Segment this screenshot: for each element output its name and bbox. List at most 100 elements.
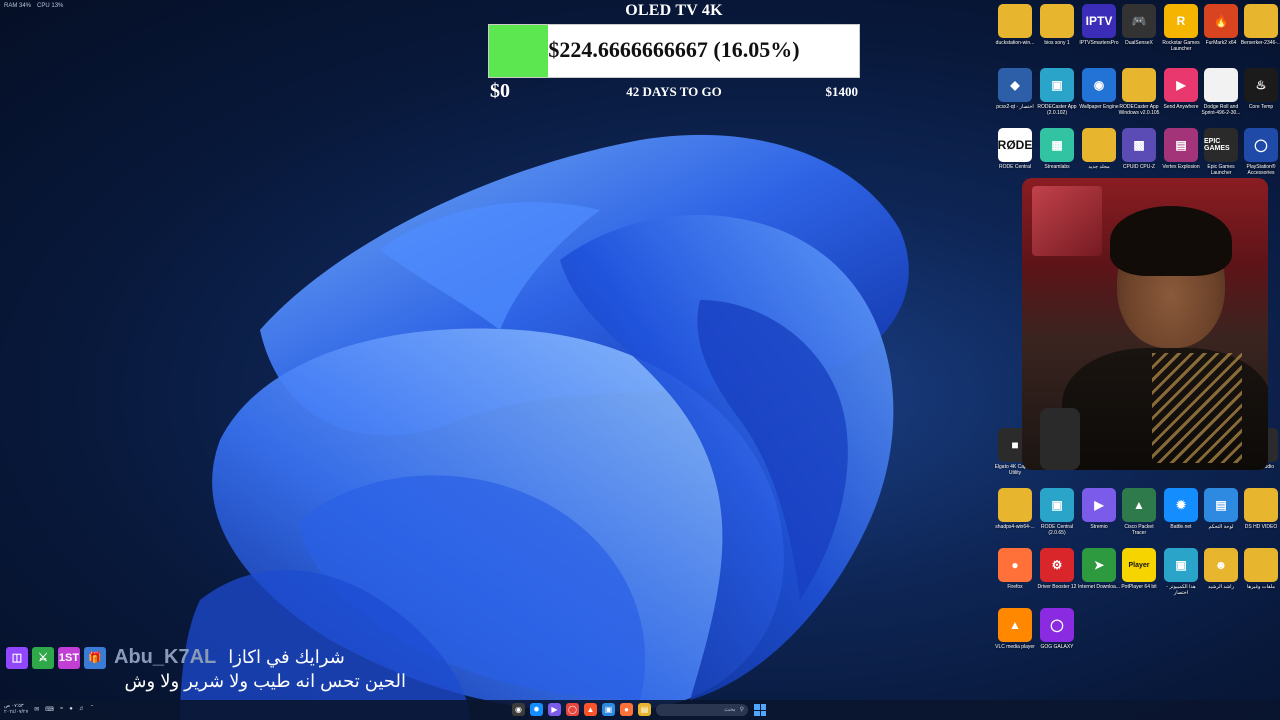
battlenet-icon[interactable]: ✹ — [530, 703, 543, 716]
desktop-icon[interactable]: ✹ Battle.net — [1160, 488, 1202, 536]
desktop-icon[interactable]: RØDE RODE Central — [994, 128, 1036, 176]
gift-badge-icon: 🎁 — [84, 646, 106, 669]
chrome-icon[interactable]: ◯ — [566, 703, 579, 716]
twitch-icon: ◫ — [6, 646, 28, 669]
streamlabs-icon: ▦ — [1040, 128, 1074, 162]
desktop-icon[interactable]: ▶ Send Anywhere — [1160, 68, 1202, 116]
desktop-icon[interactable]: R Rockstar Games Launcher — [1160, 4, 1202, 52]
desktop-icon[interactable]: ● Firefox — [994, 548, 1036, 596]
desktop-icon[interactable]: ◉ Wallpaper Engine — [1078, 68, 1120, 116]
desktop-icon-label: VLC media player — [995, 644, 1035, 650]
desktop-icon[interactable]: IPTV IPTVSmartersPro — [1078, 4, 1120, 52]
desktop-icon[interactable]: ▲ Cisco Packet Tracer — [1118, 488, 1160, 536]
store-icon[interactable]: ▣ — [602, 703, 615, 716]
system-tray: ٠٧:٥٣ ص ٢٠٢٤/٠٧/٢٧ ✉ ⌨ ≈ ● ♬ ˆ — [4, 703, 93, 715]
monitor-icon: ▣ — [1040, 68, 1074, 102]
notification-icon[interactable]: ✉ — [34, 706, 39, 713]
desktop-icon[interactable]: bios sony 1 — [1036, 4, 1078, 52]
chat-message-line1: شرايك في اكازا — [228, 647, 345, 667]
desktop-icon[interactable]: DS HD VIDEO — [1240, 488, 1280, 536]
taskbar: ٠٧:٥٣ ص ٢٠٢٤/٠٧/٢٧ ✉ ⌨ ≈ ● ♬ ˆ ◉ ✹ ▶ ◯ ▲ ▣ ● ▤ … — [0, 700, 1280, 720]
desktop-icon[interactable]: ⚙ Driver Booster 12 — [1036, 548, 1078, 596]
desktop-icon-label: PlayStation® Accessories — [1246, 164, 1276, 176]
taskbar-search[interactable]: بحث ⚲ — [656, 703, 748, 716]
streamer-hair — [1110, 206, 1232, 276]
desktop-icon[interactable]: ▲ VLC media player — [994, 608, 1036, 656]
language-icon[interactable]: ⌨ — [45, 706, 54, 713]
desktop-icon[interactable]: Dodge Roll and Sprint-496-2-30... — [1200, 68, 1242, 116]
goal-title: OLED TV 4K — [625, 2, 723, 19]
desktop-icon[interactable]: ➤ Internet Downloa... — [1078, 548, 1120, 596]
desktop-icon[interactable]: 🔥 FurMark2 x64 — [1200, 4, 1242, 52]
desktop-icon[interactable]: ◯ GOG GALAXY — [1036, 608, 1078, 656]
desktop-icon[interactable]: ◯ PlayStation® Accessories — [1240, 128, 1280, 176]
chat-username: Abu_K7AL — [114, 646, 217, 668]
firefox-icon: ● — [998, 548, 1032, 582]
desktop-icon[interactable]: ▣ RODECaster App (2.0.102) — [1036, 68, 1078, 116]
desktop-icon-label: RODECaster App (2.0.102) — [1037, 104, 1077, 116]
playstation-icon: ◯ — [1244, 128, 1278, 162]
obs-icon[interactable]: ◉ — [512, 703, 525, 716]
desktop-icon[interactable]: shadps4-win64-... — [994, 488, 1036, 536]
desktop-icon-label: RODE Central (2.0.65) — [1041, 524, 1073, 536]
chat-overlay: ◫ ⚔ 1ST 🎁 Abu_K7AL شرايك في اكازا الحين … — [6, 646, 406, 692]
desktop-icon[interactable]: ▤ لوحة التحكم — [1200, 488, 1242, 536]
brave-icon[interactable]: ▲ — [584, 703, 597, 716]
desktop-icon-label: Send Anywhere — [1163, 104, 1199, 110]
cpu-icon: ▩ — [1122, 128, 1156, 162]
desktop-icon[interactable]: مجلد جديد — [1078, 128, 1120, 176]
desktop-icon[interactable]: EPIC GAMES Epic Games Launcher — [1200, 128, 1242, 176]
wallpaper-engine-icon: ◉ — [1082, 68, 1116, 102]
folder-icon — [1244, 488, 1278, 522]
desktop-icon-label: duckstation-win... — [995, 40, 1035, 46]
desktop-icon[interactable]: 🎮 DualSenseX — [1118, 4, 1160, 52]
folder-icon — [998, 4, 1032, 38]
desktop-icon-label: GOG GALAXY — [1040, 644, 1074, 650]
desktop-icon[interactable]: ▩ CPUID CPU-Z — [1118, 128, 1160, 176]
desktop-icon[interactable]: RODECaster App Windows v2.0.105 — [1118, 68, 1160, 116]
microphone — [1040, 408, 1080, 470]
potplayer-icon: Player — [1122, 548, 1156, 582]
folder-icon — [1122, 68, 1156, 102]
desktop-icon[interactable]: ▶ Stremio — [1078, 488, 1120, 536]
desktop-icon[interactable]: ▦ Streamlabs — [1036, 128, 1078, 176]
file-icon — [1204, 68, 1238, 102]
desktop-icon-label: Rockstar Games Launcher — [1162, 40, 1200, 52]
volume-icon[interactable]: ♬ — [79, 706, 85, 712]
clock-date: ٢٠٢٤/٠٧/٢٧ — [4, 709, 29, 715]
desktop-icon-label: shadps4-win64-... — [995, 524, 1035, 530]
start-button[interactable] — [754, 704, 766, 716]
desktop-icon[interactable]: ملفات وغيرها — [1240, 548, 1280, 596]
microphone-icon[interactable]: ● — [69, 706, 73, 712]
desktop-icon-label: Driver Booster 12 — [1037, 584, 1077, 590]
desktop-icon-label: FurMark2 x64 — [1205, 40, 1237, 46]
desktop-icon-label: Wallpaper Engine — [1079, 104, 1119, 110]
desktop-icon[interactable]: ▣ هذا الكمبيوتر - اختصار — [1160, 548, 1202, 596]
desktop-icon[interactable]: ▣ RODE Central (2.0.65) — [1036, 488, 1078, 536]
windows-logo-icon — [754, 704, 760, 710]
goal-progress-bar: $224.6666666667 (16.05%) — [488, 24, 860, 78]
stremio-icon[interactable]: ▶ — [548, 703, 561, 716]
chevron-up-icon[interactable]: ˆ — [91, 706, 93, 712]
cpu-usage: CPU 13% — [37, 3, 64, 9]
desktop-icon[interactable]: ◆ pcsx2-qt - اختصار — [994, 68, 1036, 116]
desktop-icon[interactable]: Player PotPlayer 64 bit — [1118, 548, 1160, 596]
flame-icon: 🔥 — [1204, 4, 1238, 38]
desktop-icon[interactable]: ☻ راشد الرشيد — [1200, 548, 1242, 596]
file-explorer-icon[interactable]: ▤ — [638, 703, 651, 716]
chat-message-line2: الحين تحس انه طيب ولا شرير ولا وش — [124, 671, 406, 691]
desktop-icon[interactable]: ▤ Vertex Explosion — [1160, 128, 1202, 176]
battlenet-icon: ✹ — [1164, 488, 1198, 522]
firefox-icon[interactable]: ● — [620, 703, 633, 716]
stremio-icon: ▶ — [1082, 488, 1116, 522]
taskbar-clock[interactable]: ٠٧:٥٣ ص ٢٠٢٤/٠٧/٢٧ — [4, 703, 28, 715]
desktop-icon-label: pcsx2-qt - اختصار — [996, 104, 1034, 110]
desktop-icon[interactable]: duckstation-win... — [994, 4, 1036, 52]
ram-usage: RAM 34% — [4, 3, 32, 9]
desktop-icon[interactable]: Berserker-2346-... — [1240, 4, 1280, 52]
pcsx2-icon: ◆ — [998, 68, 1032, 102]
folder-icon — [1244, 548, 1278, 582]
goal-max-label: $1400 — [825, 84, 859, 99]
desktop-icon[interactable]: ♨ Core Temp — [1240, 68, 1280, 116]
wifi-icon[interactable]: ≈ — [60, 706, 63, 712]
